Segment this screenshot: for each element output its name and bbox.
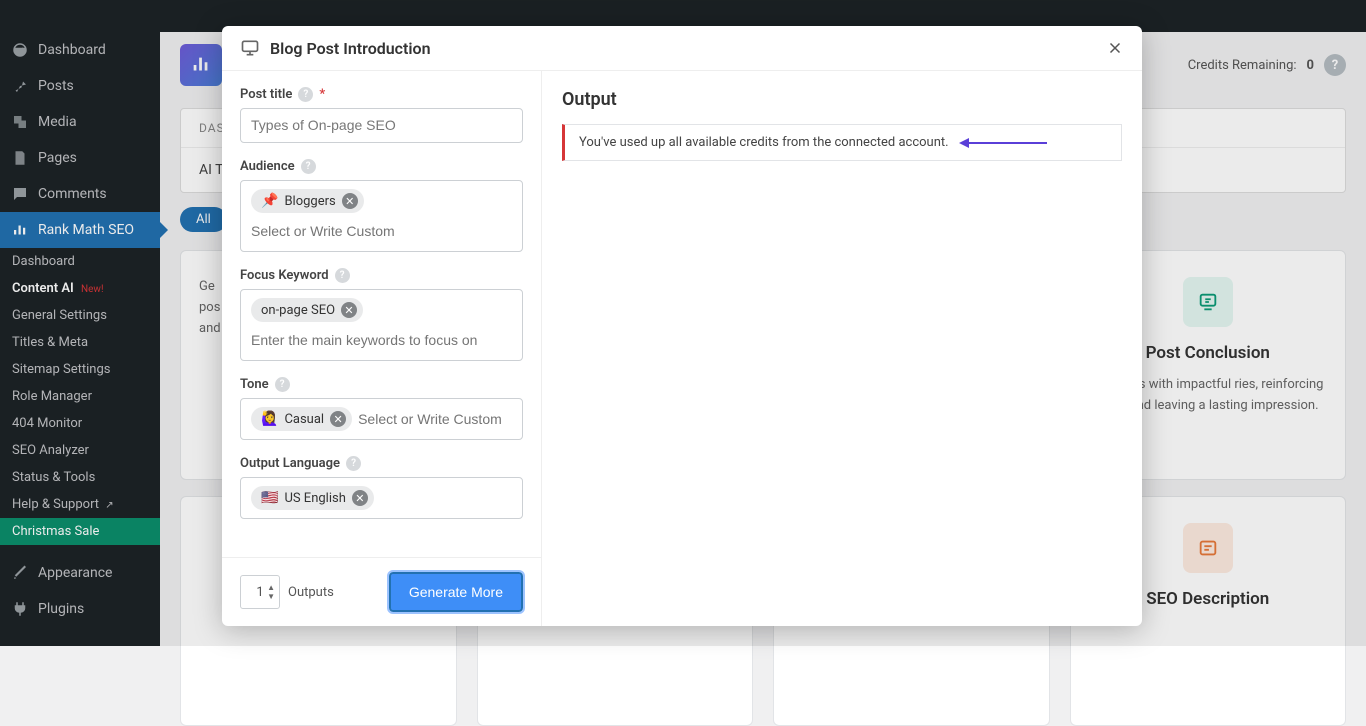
tone-input[interactable]: 🙋‍♀️ Casual ✕ [240,398,523,440]
focus-field[interactable] [251,332,512,348]
lang-tag: 🇺🇸 US English ✕ [251,486,374,510]
us-flag-icon: 🇺🇸 [261,490,278,506]
help-icon[interactable]: ? [346,456,361,471]
modal-left-footer: 1 ▲▼ Outputs Generate More [222,557,541,626]
audience-field[interactable] [251,223,512,239]
post-title-input[interactable] [240,108,523,143]
field-lang: Output Language ? 🇺🇸 US English ✕ [240,456,523,519]
modal-title: Blog Post Introduction [240,38,431,58]
modal-right-pane: Output You've used up all available cred… [542,71,1142,626]
remove-tag-icon[interactable]: ✕ [341,302,357,318]
close-button[interactable] [1106,39,1124,57]
audience-tag: 📌 Bloggers ✕ [251,189,364,213]
help-icon[interactable]: ? [275,377,290,392]
field-focus: Focus Keyword ? on-page SEO ✕ [240,268,523,361]
outputs-group: 1 ▲▼ Outputs [240,575,334,609]
audience-label: Audience ? [240,159,523,174]
field-post-title: Post title ? * [240,87,523,143]
remove-tag-icon[interactable]: ✕ [342,193,358,209]
help-icon[interactable]: ? [335,268,350,283]
outputs-value: 1 [256,585,263,600]
modal: Blog Post Introduction Post title ? * [222,26,1142,626]
output-heading: Output [562,89,1122,110]
lang-input[interactable]: 🇺🇸 US English ✕ [240,477,523,519]
modal-left-pane: Post title ? * Audience ? � [222,71,542,626]
field-audience: Audience ? 📌 Bloggers ✕ [240,159,523,252]
required-mark: * [319,87,325,102]
stepper-arrows[interactable]: ▲▼ [267,583,275,601]
post-title-label: Post title ? * [240,87,523,102]
casual-icon: 🙋‍♀️ [261,411,278,427]
focus-input[interactable]: on-page SEO ✕ [240,289,523,361]
screen-icon [240,38,260,58]
remove-tag-icon[interactable]: ✕ [330,411,346,427]
outputs-label: Outputs [288,585,334,600]
tone-label: Tone ? [240,377,523,392]
outputs-stepper[interactable]: 1 ▲▼ [240,575,280,609]
focus-tag: on-page SEO ✕ [251,298,363,322]
credits-alert: You've used up all available credits fro… [562,124,1122,161]
audience-input[interactable]: 📌 Bloggers ✕ [240,180,523,252]
blogger-icon: 📌 [261,193,278,209]
tone-field[interactable] [358,411,512,427]
field-tone: Tone ? 🙋‍♀️ Casual ✕ [240,377,523,440]
modal-body: Post title ? * Audience ? � [222,71,1142,626]
generate-button[interactable]: Generate More [389,572,523,612]
help-icon[interactable]: ? [301,159,316,174]
focus-label: Focus Keyword ? [240,268,523,283]
modal-header: Blog Post Introduction [222,26,1142,71]
help-icon[interactable]: ? [298,87,313,102]
tone-tag: 🙋‍♀️ Casual ✕ [251,407,352,431]
alert-text: You've used up all available credits fro… [579,135,949,150]
fields-scroll[interactable]: Post title ? * Audience ? � [222,71,541,557]
post-title-field[interactable] [251,117,512,133]
lang-label: Output Language ? [240,456,523,471]
arrow-annotation-icon [959,136,1049,150]
remove-tag-icon[interactable]: ✕ [352,490,368,506]
